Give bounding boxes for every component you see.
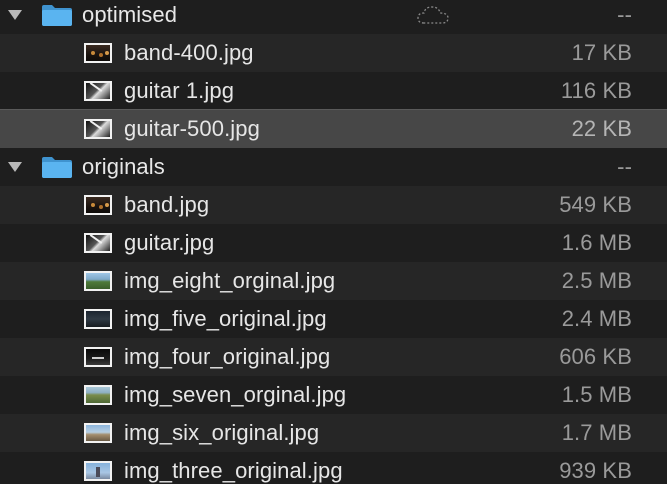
- file-size: 1.7 MB: [561, 420, 632, 445]
- file-name: guitar.jpg: [124, 230, 215, 255]
- file-size: 116 KB: [560, 78, 632, 103]
- image-thumbnail-icon: [84, 461, 112, 481]
- file-size: 22 KB: [571, 116, 632, 141]
- file-row[interactable]: guitar 1.jpg 116 KB: [0, 72, 667, 110]
- folder-size: --: [617, 2, 632, 27]
- file-size: 1.5 MB: [561, 382, 632, 407]
- file-name: band.jpg: [124, 192, 210, 217]
- image-thumbnail-icon: [84, 309, 112, 329]
- file-row[interactable]: img_eight_orginal.jpg 2.5 MB: [0, 262, 667, 300]
- folder-name: originals: [82, 154, 165, 179]
- file-row-selected[interactable]: guitar-500.jpg 22 KB: [0, 109, 667, 149]
- disclosure-triangle-icon[interactable]: [6, 160, 24, 174]
- file-size: 2.4 MB: [561, 306, 632, 331]
- image-thumbnail-icon: [84, 119, 112, 139]
- folder-row-optimised[interactable]: optimised --: [0, 0, 667, 34]
- image-thumbnail-icon: [84, 233, 112, 253]
- image-thumbnail-icon: [84, 347, 112, 367]
- file-name: img_eight_orginal.jpg: [124, 268, 336, 293]
- image-thumbnail-icon: [84, 195, 112, 215]
- image-thumbnail-icon: [84, 43, 112, 63]
- file-row[interactable]: img_four_original.jpg 606 KB: [0, 338, 667, 376]
- image-thumbnail-icon: [84, 385, 112, 405]
- folder-icon: [42, 5, 72, 26]
- file-name: guitar-500.jpg: [124, 116, 260, 141]
- folder-row-originals[interactable]: originals --: [0, 148, 667, 186]
- file-row[interactable]: band-400.jpg 17 KB: [0, 34, 667, 72]
- image-thumbnail-icon: [84, 271, 112, 291]
- folder-size: --: [617, 154, 632, 179]
- file-name: img_five_original.jpg: [124, 306, 327, 331]
- file-size: 606 KB: [559, 344, 632, 369]
- file-row[interactable]: img_seven_orginal.jpg 1.5 MB: [0, 376, 667, 414]
- file-row[interactable]: img_six_original.jpg 1.7 MB: [0, 414, 667, 452]
- file-row[interactable]: guitar.jpg 1.6 MB: [0, 224, 667, 262]
- file-size: 17 KB: [571, 40, 632, 65]
- folder-icon: [42, 157, 72, 178]
- file-size: 1.6 MB: [561, 230, 632, 255]
- file-row[interactable]: img_five_original.jpg 2.4 MB: [0, 300, 667, 338]
- disclosure-triangle-icon[interactable]: [6, 8, 24, 22]
- file-size: 939 KB: [559, 458, 632, 483]
- file-size: 549 KB: [559, 192, 632, 217]
- file-list: optimised -- band-400.jpg 17 KB guitar 1…: [0, 0, 667, 484]
- file-row[interactable]: band.jpg 549 KB: [0, 186, 667, 224]
- file-name: guitar 1.jpg: [124, 78, 235, 103]
- file-row[interactable]: img_three_original.jpg 939 KB: [0, 452, 667, 484]
- icloud-dashed-icon[interactable]: [416, 4, 450, 26]
- file-name: img_seven_orginal.jpg: [124, 382, 347, 407]
- folder-name: optimised: [82, 2, 178, 27]
- image-thumbnail-icon: [84, 81, 112, 101]
- file-name: img_four_original.jpg: [124, 344, 331, 369]
- file-name: img_three_original.jpg: [124, 458, 343, 483]
- file-size: 2.5 MB: [561, 268, 632, 293]
- file-name: band-400.jpg: [124, 40, 254, 65]
- file-name: img_six_original.jpg: [124, 420, 320, 445]
- image-thumbnail-icon: [84, 423, 112, 443]
